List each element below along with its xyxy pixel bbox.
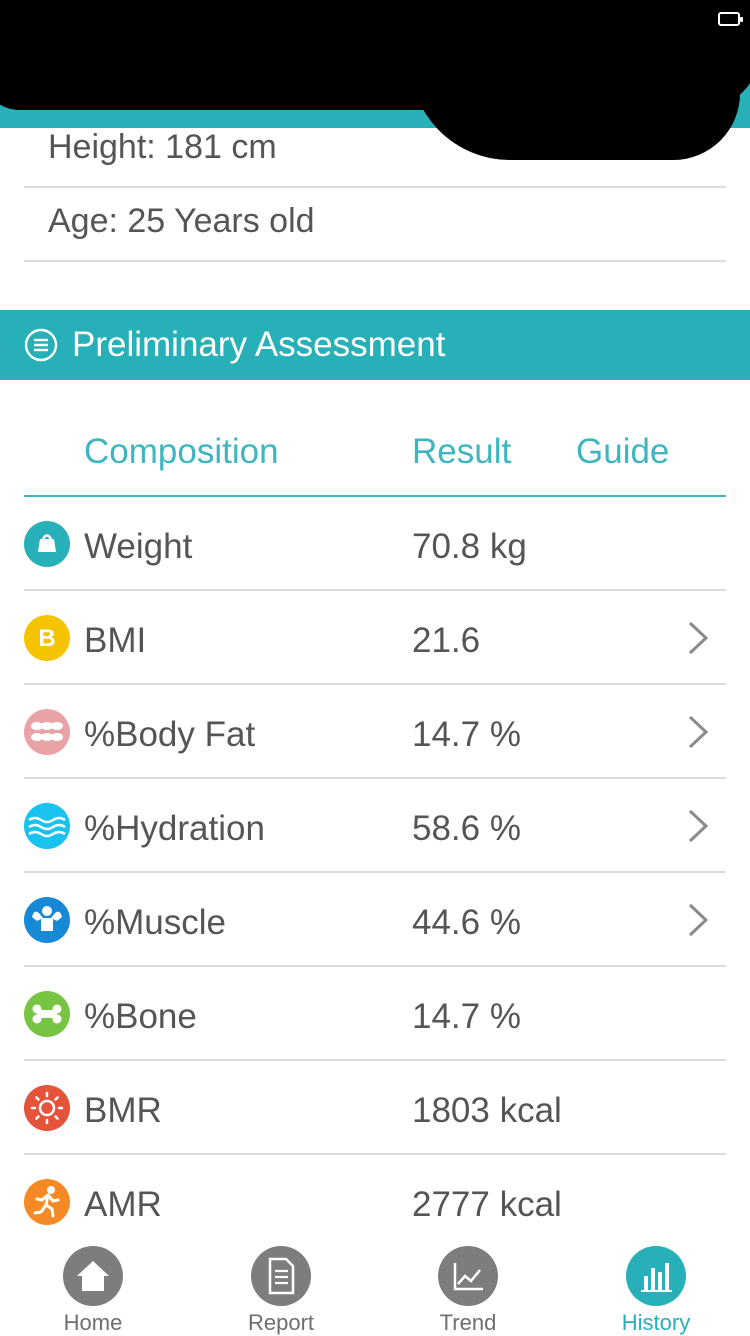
tab-trend[interactable]: Trend (393, 1228, 543, 1335)
chevron-right-icon[interactable] (684, 901, 712, 939)
metric-value: 70.8 kg (412, 527, 527, 566)
composition-column-header: Composition (84, 432, 279, 471)
chevron-right-icon[interactable] (684, 807, 712, 845)
metric-value: 58.6 % (412, 809, 521, 848)
metric-value: 21.6 (412, 621, 481, 660)
age-row: Age: 25 Years old (24, 188, 726, 262)
row-bmr: BMR 1803 kcal (24, 1061, 726, 1155)
trend-icon (438, 1246, 498, 1306)
result-column-header: Result (412, 432, 512, 471)
age-text: Age: 25 Years old (48, 202, 315, 240)
history-icon (626, 1246, 686, 1306)
metric-name: AMR (84, 1185, 162, 1224)
metric-name: %Bone (84, 997, 197, 1036)
chevron-right-icon[interactable] (684, 619, 712, 657)
home-icon (63, 1246, 123, 1306)
metric-value: 14.7 % (412, 997, 521, 1036)
weight-icon (24, 521, 70, 567)
tab-report[interactable]: Report (206, 1228, 356, 1335)
amr-icon (24, 1179, 70, 1225)
list-menu-icon (24, 328, 58, 362)
chevron-right-icon[interactable] (684, 713, 712, 751)
row-hydration[interactable]: %Hydration 58.6 % (24, 779, 726, 873)
report-icon (251, 1246, 311, 1306)
section-header[interactable]: Preliminary Assessment (0, 310, 750, 380)
metric-value: 44.6 % (412, 903, 521, 942)
metric-name: %Hydration (84, 809, 265, 848)
bmi-icon: B (24, 615, 70, 661)
svg-text:B: B (38, 625, 55, 652)
row-weight[interactable]: Weight 70.8 kg (24, 497, 726, 591)
row-body-fat[interactable]: %Body Fat 14.7 % (24, 685, 726, 779)
guide-column-header: Guide (576, 432, 670, 471)
tab-label: Home (63, 1310, 123, 1335)
bone-icon (24, 991, 70, 1037)
bottom-tab-bar: Home Report Trend History (0, 1228, 750, 1335)
tab-label: Trend (439, 1310, 497, 1335)
bmr-icon (24, 1085, 70, 1131)
tab-label: Report (247, 1310, 315, 1335)
body-fat-icon (24, 709, 70, 755)
muscle-icon (24, 897, 70, 943)
hydration-icon (24, 803, 70, 849)
metric-name: Weight (84, 527, 193, 566)
metric-name: %Body Fat (84, 715, 256, 754)
row-muscle[interactable]: %Muscle 44.6 % (24, 873, 726, 967)
tab-home[interactable]: Home (18, 1228, 168, 1335)
metric-name: BMR (84, 1091, 162, 1130)
battery-icon (718, 12, 743, 26)
row-bone: %Bone 14.7 % (24, 967, 726, 1061)
metric-value: 2777 kcal (412, 1185, 562, 1224)
tab-history[interactable]: History (581, 1228, 731, 1335)
metric-value: 1803 kcal (412, 1091, 562, 1130)
section-title: Preliminary Assessment (72, 325, 446, 364)
metric-value: 14.7 % (412, 715, 521, 754)
metric-name: %Muscle (84, 903, 226, 942)
height-row: Height: 181 cm (24, 114, 726, 188)
tab-label: History (621, 1310, 691, 1335)
metric-name: BMI (84, 621, 147, 660)
height-text: Height: 181 cm (48, 128, 277, 166)
row-bmi[interactable]: B BMI 21.6 (24, 591, 726, 685)
